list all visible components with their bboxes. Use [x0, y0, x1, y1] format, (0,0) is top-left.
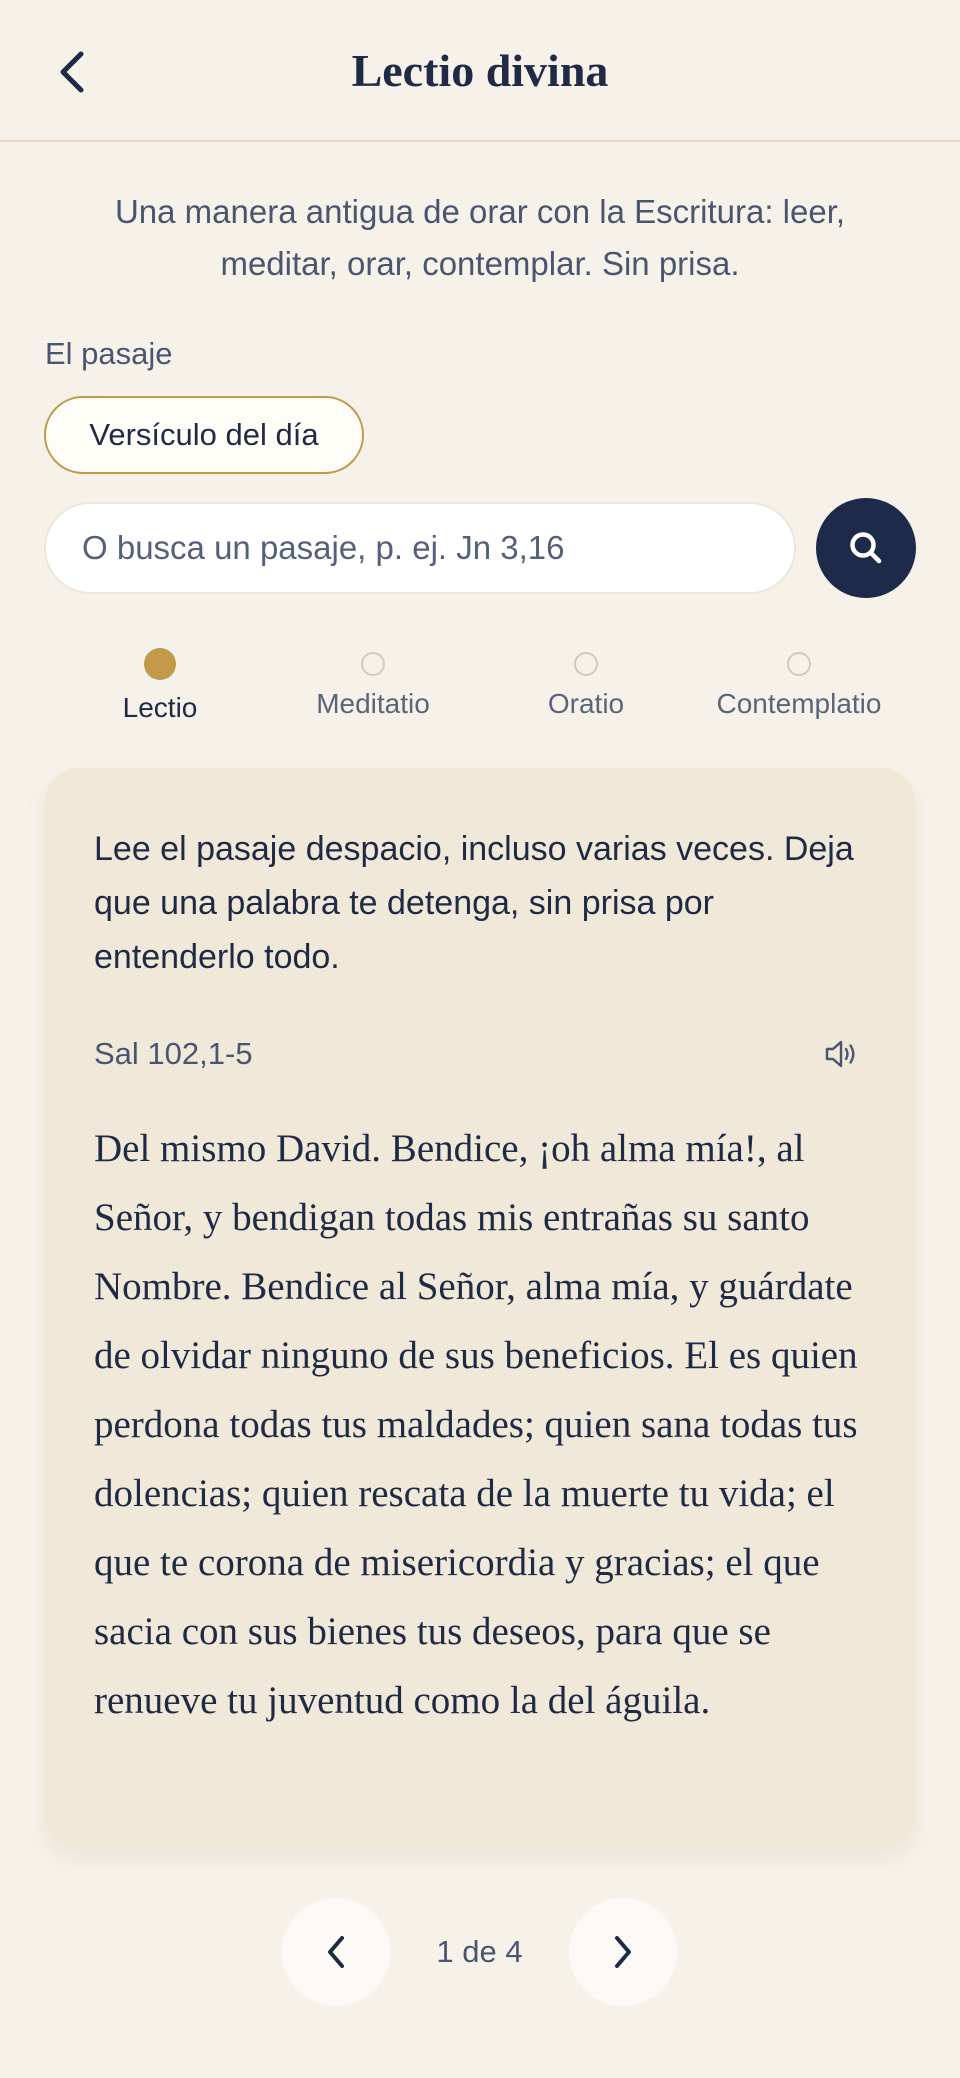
step-meditatio[interactable]: Meditatio	[263, 648, 483, 720]
search-button[interactable]	[816, 498, 916, 598]
listen-button[interactable]	[820, 1032, 864, 1076]
chevron-right-icon	[615, 1936, 631, 1968]
step-indicator	[574, 652, 598, 676]
previous-button[interactable]	[282, 1898, 390, 2006]
passage-section-label: El pasaje	[45, 336, 173, 371]
step-label: Contemplatio	[716, 688, 882, 719]
back-button[interactable]	[44, 40, 100, 104]
chevron-left-icon	[328, 1936, 344, 1968]
step-label: Lectio	[122, 692, 198, 723]
passage-text: Del mismo David. Bendice, ¡oh alma mía!,…	[94, 1127, 858, 1722]
step-indicator-active	[144, 648, 176, 680]
step-contemplatio[interactable]: Contemplatio	[689, 648, 909, 720]
search-icon	[850, 532, 882, 564]
pager: 1 de 4	[0, 1898, 960, 2008]
step-oratio[interactable]: Oratio	[476, 648, 696, 720]
next-button[interactable]	[569, 1898, 677, 2006]
reading-card: Lee el pasaje despacio, incluso varias v…	[44, 768, 916, 1850]
step-indicator	[787, 652, 811, 676]
passage-reference: Sal 102,1-5	[94, 1036, 253, 1071]
app-header: Lectio divina	[0, 0, 960, 142]
verse-of-day-button[interactable]: Versículo del día	[44, 396, 364, 474]
intro-text: Una manera antigua de orar con la Escrit…	[114, 193, 846, 282]
step-label: Oratio	[547, 688, 625, 719]
passage-search-input[interactable]	[44, 502, 796, 594]
speaker-icon	[825, 1040, 855, 1068]
page-indicator: 1 de 4	[436, 1934, 523, 1969]
step-lectio[interactable]: Lectio	[50, 648, 270, 724]
chevron-left-icon	[60, 51, 84, 93]
step-indicator	[361, 652, 385, 676]
step-instruction: Lee el pasaje despacio, incluso varias v…	[94, 830, 854, 976]
page-title: Lectio divina	[351, 45, 609, 96]
step-label: Meditatio	[316, 688, 430, 719]
lectio-steps: Lectio Meditatio Oratio Contemplatio	[0, 648, 960, 728]
